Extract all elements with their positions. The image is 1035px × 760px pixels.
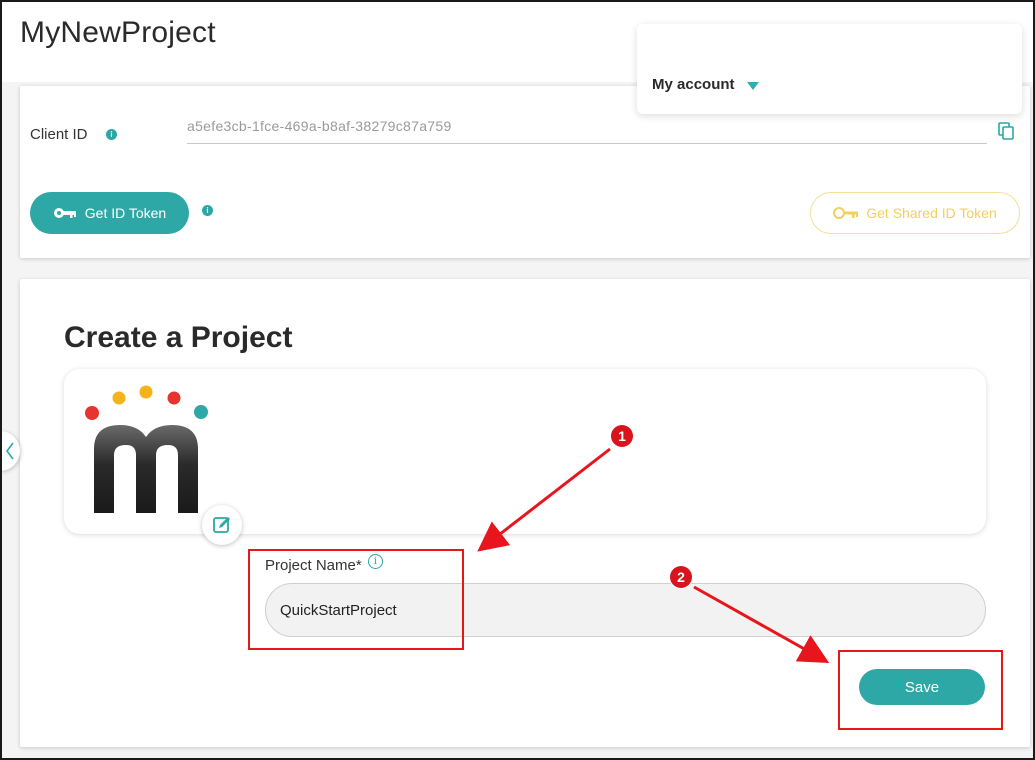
edit-icon xyxy=(213,517,230,533)
key-icon xyxy=(53,208,76,218)
chevron-left-icon xyxy=(6,442,14,460)
get-shared-id-token-button[interactable]: Get Shared ID Token xyxy=(810,192,1020,234)
account-label[interactable]: My account xyxy=(652,76,735,93)
create-project-card: Create a Project Project Name* i QuickSt… xyxy=(20,279,1030,747)
key-icon xyxy=(833,207,859,219)
project-logo xyxy=(85,385,208,513)
get-id-token-button[interactable]: Get ID Token xyxy=(30,192,189,234)
caret-down-icon[interactable] xyxy=(747,82,759,90)
save-button[interactable]: Save xyxy=(859,669,985,705)
edit-logo-button[interactable] xyxy=(202,505,242,545)
get-id-token-label: Get ID Token xyxy=(84,205,167,221)
get-shared-id-token-label: Get Shared ID Token xyxy=(866,205,997,221)
step-1-badge: 1 xyxy=(611,425,633,447)
info-icon[interactable]: i xyxy=(202,205,213,216)
copy-icon[interactable] xyxy=(998,122,1014,140)
info-icon[interactable]: i xyxy=(106,129,117,140)
page-title: MyNewProject xyxy=(20,16,216,49)
project-name-input[interactable] xyxy=(265,583,986,637)
client-id-label: Client ID xyxy=(30,126,88,143)
account-menu[interactable]: My account xyxy=(637,24,1022,114)
collapse-tab[interactable] xyxy=(2,431,20,471)
project-name-label: Project Name* xyxy=(265,557,362,574)
info-icon[interactable]: i xyxy=(368,554,383,569)
step-2-badge: 2 xyxy=(670,566,692,588)
client-id-field[interactable]: a5efe3cb-1fce-469a-b8af-38279c87a759 xyxy=(187,118,987,144)
project-logo-card xyxy=(64,369,986,534)
app-frame: MyNewProject My account Client ID i a5ef… xyxy=(0,0,1035,760)
section-title: Create a Project xyxy=(64,321,293,354)
